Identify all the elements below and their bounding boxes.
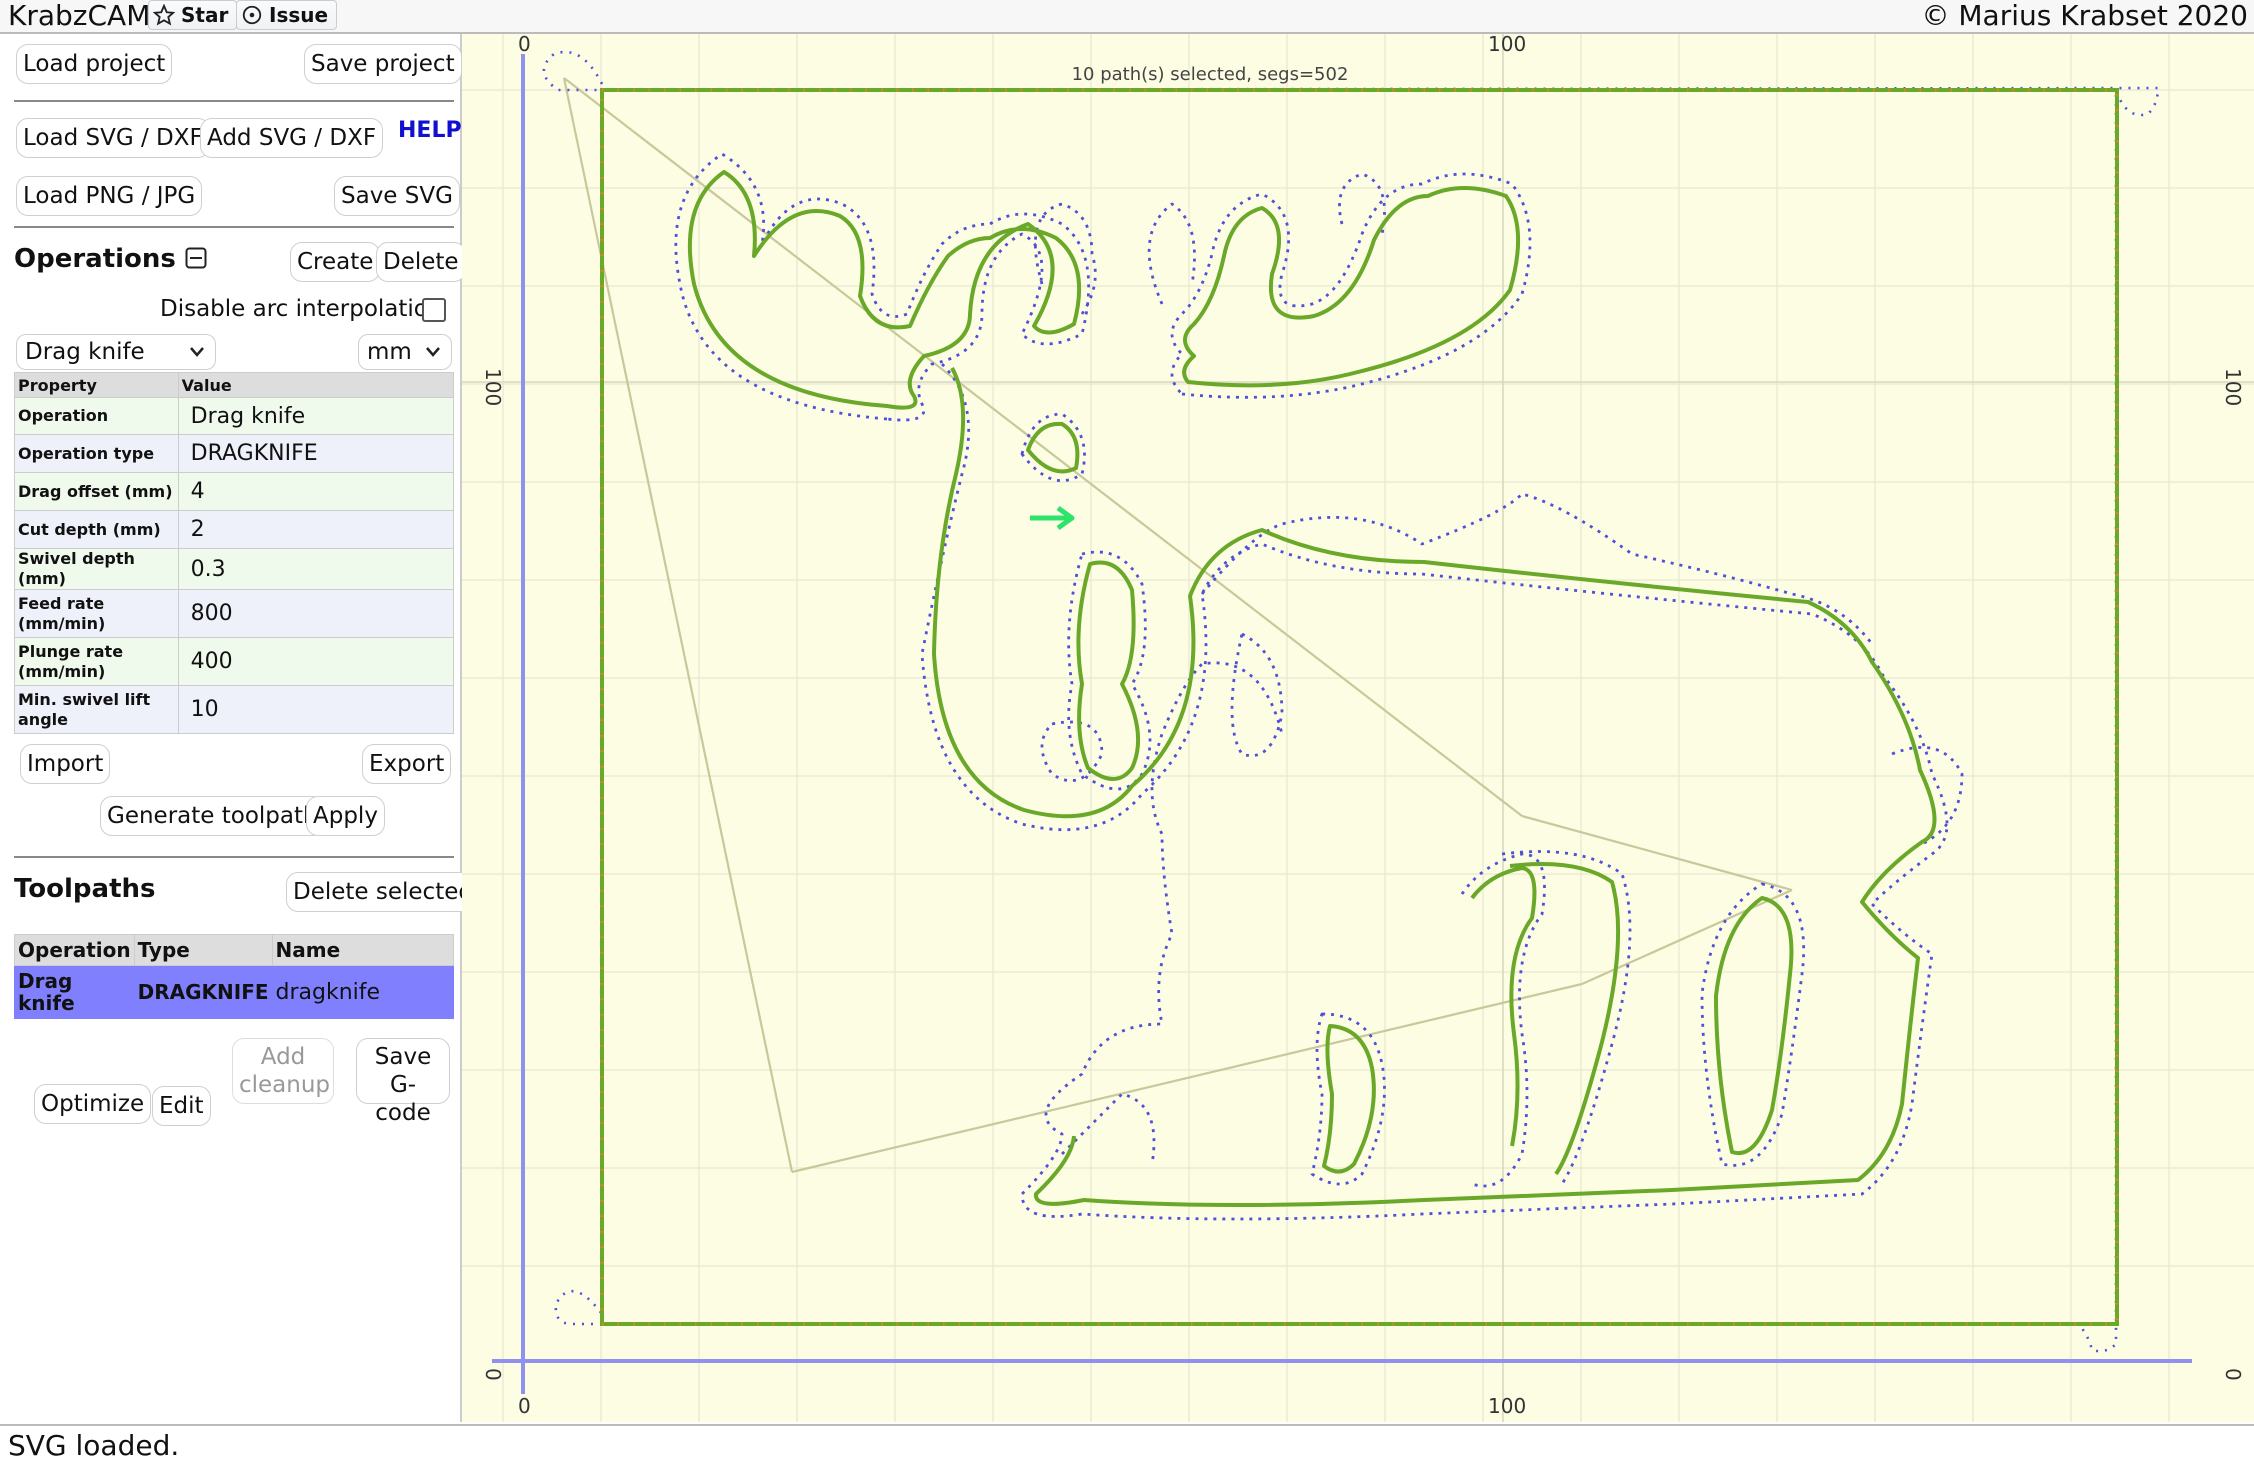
axis-label-right-100: 100 [2221,368,2245,406]
property-row: Plunge rate (mm/min) 400 [14,637,455,686]
type-header: Type [133,934,273,966]
star-icon [152,3,176,26]
edit-button[interactable]: Edit [152,1086,211,1126]
property-value[interactable]: 10 [177,685,455,734]
top-bar: KrabzCAM Star Issue © Marius Krabset 202… [0,0,2254,34]
issue-label: Issue [269,3,329,27]
property-key: Operation [14,397,179,435]
axis-label-left-100: 100 [481,368,505,406]
property-value[interactable]: 2 [177,510,455,549]
status-text: SVG loaded. [8,1429,180,1462]
property-row: Swivel depth (mm) 0.3 [14,548,455,590]
property-row: Cut depth (mm) 2 [14,510,455,549]
star-label: Star [181,3,229,27]
property-key: Plunge rate (mm/min) [14,637,179,686]
apply-button[interactable]: Apply [306,796,385,836]
chevron-down-icon [190,347,204,357]
property-header: Property [14,372,179,398]
issue-icon [242,5,262,25]
property-key: Feed rate (mm/min) [14,589,179,638]
status-bar: SVG loaded. [0,1424,2254,1466]
left-panel: Load project Save project Load SVG / DXF… [0,34,480,1422]
axis-label-top-100: 100 [1488,34,1526,56]
toolpath-name: dragknife [271,965,455,1019]
operations-title: Operations [14,244,207,274]
add-cleanup-button[interactable]: Add cleanup [232,1038,334,1104]
generate-toolpath-button[interactable]: Generate toolpath [100,796,325,836]
collapse-icon[interactable] [185,247,207,269]
property-value[interactable]: Drag knife [177,397,455,435]
github-issue-button[interactable]: Issue [236,0,338,30]
load-png-jpg-button[interactable]: Load PNG / JPG [16,176,203,216]
divider [14,856,454,858]
save-project-button[interactable]: Save project [304,44,462,84]
optimize-button[interactable]: Optimize [34,1084,152,1124]
property-row: Min. swivel lift angle 10 [14,685,455,734]
axis-label-bottom-0: 0 [518,1394,531,1418]
operation-select[interactable]: Drag knife [16,334,216,370]
property-row: Drag offset (mm) 4 [14,472,455,511]
current-position-arrow [1030,505,1075,531]
toolpath-row-selected[interactable]: Drag knife DRAGKNIFE dragknife [14,965,455,1019]
property-value[interactable]: 0.3 [177,548,455,590]
toolpath-operation: Drag knife [14,965,135,1019]
axis-label-left-0: 0 [481,1368,505,1381]
export-button[interactable]: Export [362,744,452,784]
property-value[interactable]: DRAGKNIFE [177,434,455,473]
divider [14,100,454,102]
operation-header: Operation [14,934,135,966]
property-key: Swivel depth (mm) [14,548,179,590]
divider [14,226,454,228]
github-star-button[interactable]: Star [148,0,238,30]
selection-info: 10 path(s) selected, segs=502 [1072,64,1349,85]
property-key: Drag offset (mm) [14,472,179,511]
property-value[interactable]: 4 [177,472,455,511]
toolpaths-table: Operation Type Name Drag knife DRAGKNIFE… [14,934,455,1019]
property-row: Operation Drag knife [14,397,455,435]
unit-select[interactable]: mm [358,334,452,370]
property-value[interactable]: 400 [177,637,455,686]
property-row: Feed rate (mm/min) 800 [14,589,455,638]
name-header: Name [271,934,455,966]
moose-shape [674,152,1964,1221]
property-key: Min. swivel lift angle [14,685,179,734]
axis-label-right-0: 0 [2221,1368,2245,1381]
property-key: Operation type [14,434,179,473]
axis-label-top-0: 0 [518,34,531,56]
property-key: Cut depth (mm) [14,510,179,549]
disable-arc-checkbox[interactable] [422,298,446,322]
import-button[interactable]: Import [20,744,111,784]
load-svg-dxf-button[interactable]: Load SVG / DXF [16,118,210,158]
property-row: Operation type DRAGKNIFE [14,434,455,473]
axis-labels: 0 100 0 100 0 100 0 100 [481,34,2245,1418]
operations-title-label: Operations [14,244,176,274]
copyright: © Marius Krabset 2020 [1921,0,2249,32]
value-header: Value [177,372,455,398]
delete-selected-button[interactable]: Delete selected [286,872,480,912]
load-project-button[interactable]: Load project [16,44,173,84]
toolpath-type: DRAGKNIFE [133,965,273,1019]
help-link[interactable]: HELP [398,118,462,143]
disable-arc-label: Disable arc interpolation [160,296,443,322]
frame-toolpath [542,50,2160,1353]
app-title: KrabzCAM [8,0,151,32]
property-value[interactable]: 800 [177,589,455,638]
toolpath-canvas[interactable]: 0 100 0 100 0 100 0 100 10 path(s) selec… [462,34,2254,1422]
create-operation-button[interactable]: Create [290,242,381,282]
save-gcode-button[interactable]: Save G-code [356,1038,450,1126]
add-svg-dxf-button[interactable]: Add SVG / DXF [200,118,384,158]
axes [492,54,2192,1394]
unit-select-value: mm [367,339,412,365]
properties-table: Property Value Operation Drag knife Oper… [14,372,455,734]
save-svg-button[interactable]: Save SVG [334,176,460,216]
operation-select-value: Drag knife [25,339,145,365]
chevron-down-icon [426,347,440,357]
delete-operation-button[interactable]: Delete [376,242,466,282]
canvas-drawing: 0 100 0 100 0 100 0 100 10 path(s) selec… [462,34,2254,1422]
axis-label-bottom-100: 100 [1488,1394,1526,1418]
toolpaths-title: Toolpaths [14,874,156,904]
